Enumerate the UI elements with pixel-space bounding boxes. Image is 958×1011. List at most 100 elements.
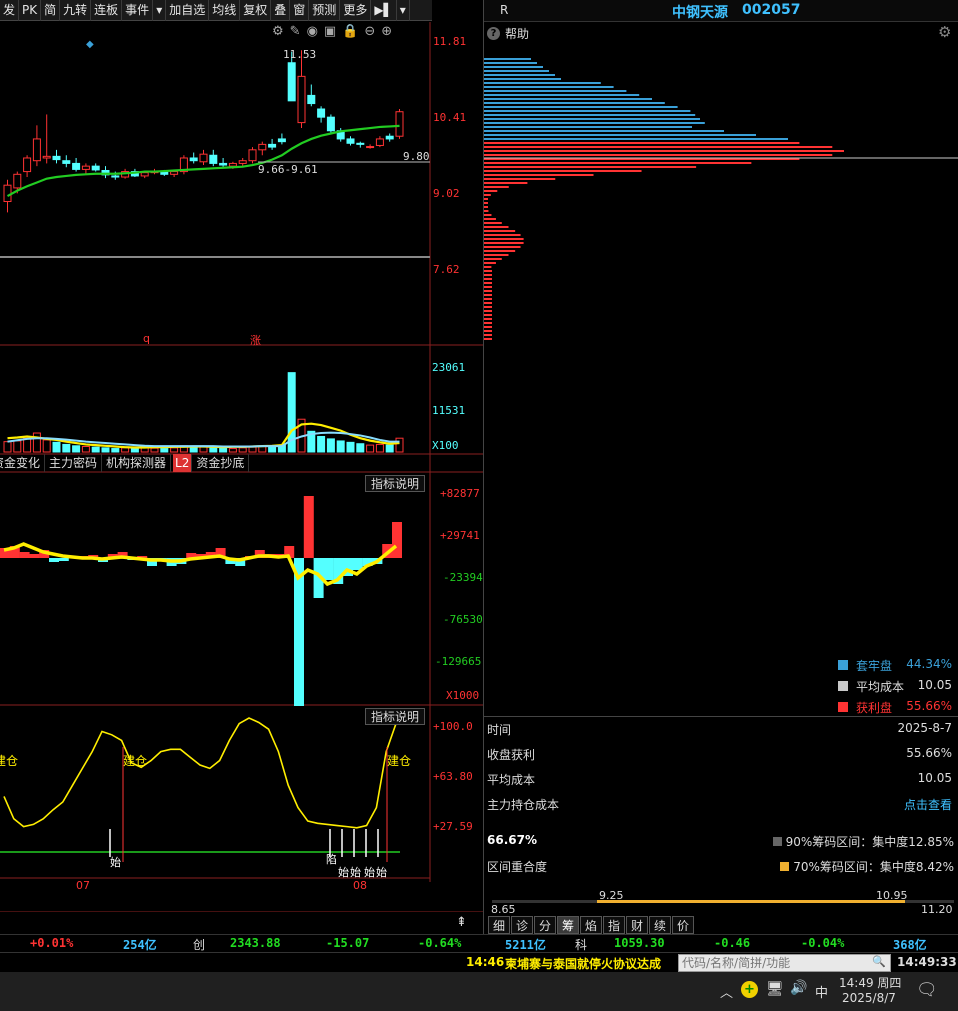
bottom-tab[interactable]: 诊 [511, 916, 533, 934]
candle-body [395, 111, 404, 137]
toolbar-item[interactable]: 加自选 [166, 0, 210, 21]
chip-bar [484, 74, 555, 76]
signal-label: 建仓 [123, 754, 148, 768]
network-icon[interactable]: 🖥 [766, 981, 784, 997]
toolbar-item[interactable]: 叠 [271, 0, 291, 21]
stock-name[interactable]: 中钢天源 [672, 2, 728, 22]
ticker-value: -15.07 [326, 936, 370, 950]
bottom-tab[interactable]: 焰 [580, 916, 602, 934]
stat-date: 时间 2025-8-7 [487, 721, 952, 737]
candle-body [62, 160, 71, 164]
bottom-tab[interactable]: 续 [649, 916, 671, 934]
ind2-axis-label: +100.0 [433, 720, 473, 733]
candle-body [23, 157, 32, 173]
ticker-index[interactable]: 创 [193, 936, 205, 953]
ind1-axis-label: +82877 [440, 487, 480, 500]
zoom-out-icon[interactable]: ⊖ [364, 24, 381, 39]
chip-bar [484, 146, 833, 148]
chip-bar [484, 274, 492, 276]
bottom-tab[interactable]: 财 [626, 916, 648, 934]
tab-main-code[interactable]: 主力密码 [45, 454, 103, 472]
ticker-index[interactable]: 科 [575, 936, 587, 953]
indicator-bar [294, 558, 304, 706]
chip-bar [484, 186, 509, 188]
pen-icon[interactable]: ✎ [290, 24, 307, 39]
volume-bar [150, 447, 159, 453]
toolbar-item[interactable]: 窗 [290, 0, 310, 21]
indicator-help-button[interactable]: 指标说明 [365, 708, 426, 725]
volume-bar [170, 447, 179, 453]
volume-bar [395, 437, 404, 453]
toolbar-item[interactable]: PK [19, 0, 42, 21]
settings-icon[interactable]: ⚙ [272, 24, 290, 39]
search-box[interactable]: 🔍 [678, 954, 891, 972]
volume-bar [375, 443, 384, 453]
bottom-mark: 始 [110, 856, 121, 869]
toolbar-item[interactable]: ▶▌ [371, 0, 397, 21]
price-axis-label: 9.02 [433, 187, 460, 200]
expand-up-icon[interactable]: ⇞ [456, 915, 467, 930]
toolbar-item[interactable]: 更多 [340, 0, 372, 21]
candle-body [356, 142, 365, 145]
bottom-tab[interactable]: 筹 [557, 916, 579, 934]
gear-icon[interactable]: ⚙ [938, 23, 951, 41]
tab-institution-detector[interactable]: 机构探测器 [102, 454, 172, 472]
toolbar-item[interactable]: 九转 [60, 0, 92, 21]
view-link[interactable]: 点击查看 [904, 796, 952, 813]
search-icon[interactable]: 🔍 [872, 955, 886, 968]
lock-icon[interactable]: 🔒 [342, 24, 364, 39]
ind2-axis-label: +27.59 [433, 820, 473, 833]
zoom-in-icon[interactable]: ⊕ [381, 24, 398, 39]
toolbar-item[interactable]: 预测 [309, 0, 341, 21]
toolbar-item[interactable]: 发 [0, 0, 20, 21]
toolbar-item[interactable]: 复权 [240, 0, 272, 21]
legend-item: 获利盘 55.66% [484, 698, 956, 718]
bottom-tab[interactable]: 指 [603, 916, 625, 934]
event-marker[interactable]: 涨 [250, 332, 261, 348]
chip-bar [484, 118, 700, 120]
toolbar-item[interactable]: 均线 [209, 0, 241, 21]
chip-bar [484, 170, 642, 172]
chip-bar [484, 194, 491, 196]
toolbar-item[interactable]: 连板 [91, 0, 123, 21]
legend-value: 55.66% [906, 699, 952, 713]
search-input[interactable] [679, 955, 869, 971]
ind1-axis-label: +29741 [440, 529, 480, 542]
eye-icon[interactable]: ◉ [307, 24, 324, 39]
taskbar-date[interactable]: 2025/8/7 [842, 991, 896, 1005]
event-marker[interactable]: q [143, 332, 150, 345]
tab-fund-change[interactable]: 资金变化 [0, 454, 46, 472]
taskbar-time[interactable]: 14:49 周四 [839, 974, 901, 991]
chevron-up-icon[interactable]: ︿ [720, 982, 733, 1001]
indicator-help-button[interactable]: 指标说明 [365, 475, 426, 492]
basket-icon[interactable]: ▣ [324, 24, 342, 39]
bottom-tab[interactable]: 分 [534, 916, 556, 934]
chip-bar [484, 162, 752, 164]
notification-icon[interactable]: 🗨 [916, 980, 938, 1000]
volume-icon[interactable]: 🔊 [790, 980, 807, 996]
clock: 14:49:33 [897, 955, 957, 969]
tab-fund-bottom[interactable]: 资金抄底 [192, 454, 250, 472]
chip-bar [484, 178, 556, 180]
news-headline[interactable]: 柬埔寨与泰国就停火协议达成 [505, 955, 661, 972]
price-axis-label: 10.41 [433, 111, 467, 124]
bottom-tab[interactable]: 价 [672, 916, 694, 934]
volume-bar [81, 445, 90, 453]
chip-bar [484, 294, 492, 296]
toolbar-item[interactable]: 简 [41, 0, 61, 21]
ime-indicator[interactable]: 中 [815, 982, 828, 1001]
chip-bar [484, 306, 492, 308]
chip-bar [484, 70, 549, 72]
toolbar-item[interactable]: ▾ [153, 0, 167, 21]
stock-code[interactable]: 002057 [742, 2, 800, 18]
chip-bar [484, 86, 614, 88]
toolbar-item[interactable]: ▾ [397, 0, 410, 21]
toolbar-item[interactable]: 事件 [122, 0, 154, 21]
legend-swatch [838, 702, 848, 712]
app-tray-icon[interactable]: + [741, 981, 758, 998]
chip-bar [484, 110, 691, 112]
range-low: 8.65 [491, 903, 516, 916]
chip-bar [484, 238, 524, 240]
volume-bar [209, 447, 218, 453]
bottom-tab[interactable]: 细 [488, 916, 510, 934]
